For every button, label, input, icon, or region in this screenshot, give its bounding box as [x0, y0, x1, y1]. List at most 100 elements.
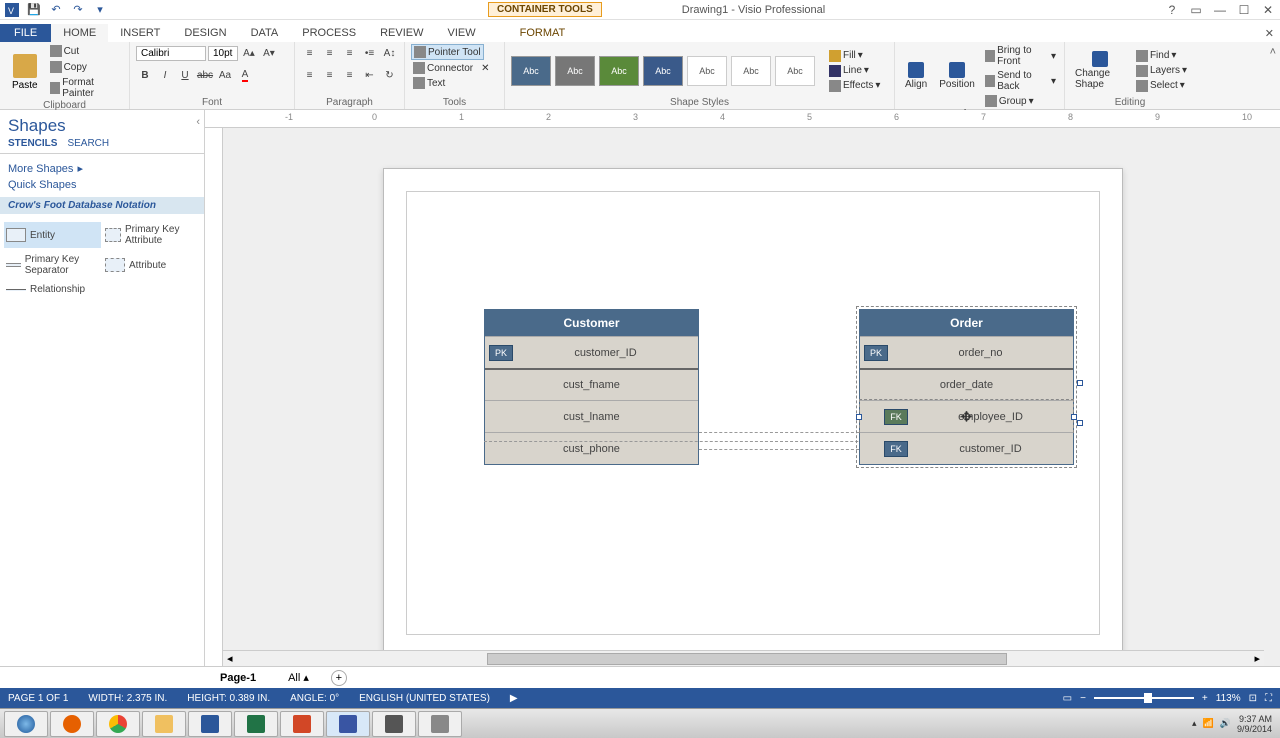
layers-button[interactable]: Layers ▾ [1134, 64, 1189, 78]
redo-icon[interactable]: ↷ [70, 2, 86, 18]
entity-customer-row-3[interactable]: cust_phone [485, 432, 698, 464]
tab-data[interactable]: DATA [239, 24, 291, 42]
indent-button[interactable]: ⇤ [361, 66, 379, 84]
drawing-page[interactable]: Customer PK customer_ID cust_fname cust_… [383, 168, 1123, 658]
italic-button[interactable]: I [156, 66, 174, 84]
taskbar-powerpoint[interactable] [280, 711, 324, 737]
style-swatch-4[interactable]: Abc [643, 56, 683, 86]
align-left-button[interactable]: ≡ [301, 66, 319, 84]
maximize-icon[interactable]: ☐ [1236, 2, 1252, 18]
collapse-pane-icon[interactable]: ‹ [196, 116, 200, 128]
ribbon-options-icon[interactable]: ▭ [1188, 2, 1204, 18]
tab-review[interactable]: REVIEW [368, 24, 435, 42]
entity-order[interactable]: Order PK order_no order_date FK employee… [859, 309, 1074, 465]
tab-insert[interactable]: INSERT [108, 24, 172, 42]
entity-customer-row-2[interactable]: cust_lname [485, 400, 698, 432]
tab-home[interactable]: HOME [51, 24, 108, 42]
bring-front-button[interactable]: Bring to Front ▾ [983, 44, 1058, 68]
style-swatch-2[interactable]: Abc [555, 56, 595, 86]
pointer-tool-button[interactable]: Pointer Tool [411, 44, 484, 60]
position-button[interactable]: Position [935, 60, 979, 92]
entity-customer-row-pk[interactable]: PK customer_ID [485, 336, 698, 368]
change-shape-button[interactable]: Change Shape [1071, 49, 1130, 92]
qat-dropdown-icon[interactable]: ▾ [92, 2, 108, 18]
close-drawing-icon[interactable]: ✕ [1259, 25, 1280, 42]
entity-customer-row-1[interactable]: cust_fname [485, 368, 698, 400]
paste-button[interactable]: Paste [6, 52, 44, 93]
style-swatch-5[interactable]: Abc [687, 56, 727, 86]
taskbar-excel[interactable] [234, 711, 278, 737]
tab-format[interactable]: FORMAT [508, 24, 578, 42]
taskbar-chrome[interactable] [96, 711, 140, 737]
entity-order-row-1[interactable]: order_date [860, 368, 1073, 400]
more-shapes-button[interactable]: More Shapes ▸ [0, 154, 204, 177]
minimize-icon[interactable]: — [1212, 2, 1228, 18]
scroll-left-icon[interactable]: ◂ [223, 652, 237, 665]
collapse-ribbon-icon[interactable]: ˄ [1266, 42, 1280, 109]
fit-page-icon[interactable]: ⊡ [1249, 693, 1257, 704]
taskbar-explorer[interactable] [142, 711, 186, 737]
entity-order-row-3[interactable]: FK customer_ID [860, 432, 1073, 464]
tab-process[interactable]: PROCESS [290, 24, 368, 42]
case-button[interactable]: Aa [216, 66, 234, 84]
taskbar-app2[interactable] [418, 711, 462, 737]
connector-1[interactable] [699, 432, 859, 433]
macro-record-icon[interactable]: ▶ [510, 693, 518, 704]
font-color-button[interactable]: A [236, 66, 254, 84]
entity-order-row-2[interactable]: FK employee_ID ✥ [860, 400, 1073, 432]
decrease-font-icon[interactable]: A▾ [260, 44, 278, 62]
zoom-level[interactable]: 113% [1216, 693, 1241, 704]
group-button[interactable]: Group ▾ [983, 94, 1058, 108]
line-button[interactable]: Line ▾ [827, 64, 882, 78]
zoom-slider[interactable] [1094, 697, 1194, 699]
tab-file[interactable]: FILE [0, 24, 51, 42]
selection-handle[interactable] [856, 414, 862, 420]
selection-handle[interactable] [1077, 420, 1083, 426]
stencil-pk-attribute[interactable]: Primary Key Attribute [103, 222, 200, 248]
increase-font-icon[interactable]: A▴ [240, 44, 258, 62]
format-painter-button[interactable]: Format Painter [48, 76, 123, 100]
entity-order-row-pk[interactable]: PK order_no [860, 336, 1073, 368]
style-swatch-3[interactable]: Abc [599, 56, 639, 86]
align-right-button[interactable]: ≡ [341, 66, 359, 84]
horizontal-ruler[interactable]: -1 0 1 2 3 4 5 6 7 8 9 10 [205, 110, 1280, 128]
select-button[interactable]: Select ▾ [1134, 79, 1189, 93]
visio-icon[interactable]: V [4, 2, 20, 18]
font-size-combo[interactable]: 10pt [208, 46, 238, 61]
scroll-thumb[interactable] [487, 653, 1007, 665]
align-center-button[interactable]: ≡ [321, 66, 339, 84]
undo-icon[interactable]: ↶ [48, 2, 64, 18]
status-language[interactable]: ENGLISH (UNITED STATES) [359, 693, 490, 704]
text-tool-button[interactable]: Text [411, 76, 447, 90]
entity-customer-header[interactable]: Customer [485, 310, 698, 336]
fill-button[interactable]: Fill ▾ [827, 49, 882, 63]
tab-stencils[interactable]: STENCILS [8, 138, 57, 149]
connector-tool-button[interactable]: Connector✕ [411, 61, 492, 75]
taskbar-firefox[interactable] [50, 711, 94, 737]
save-icon[interactable]: 💾 [26, 2, 42, 18]
align-middle-button[interactable]: ≡ [321, 44, 339, 62]
bold-button[interactable]: B [136, 66, 154, 84]
page-tab-1[interactable]: Page-1 [210, 670, 266, 686]
system-tray[interactable]: ▴ 📶 🔊 9:37 AM 9/9/2014 [1192, 714, 1276, 734]
send-back-button[interactable]: Send to Back ▾ [983, 69, 1058, 93]
rotate-text-button[interactable]: ↻ [381, 66, 399, 84]
find-button[interactable]: Find ▾ [1134, 49, 1189, 63]
start-button[interactable] [4, 711, 48, 737]
align-button[interactable]: Align [901, 60, 931, 92]
page-tab-all[interactable]: All ▴ [278, 669, 319, 686]
scroll-right-icon[interactable]: ▸ [1250, 652, 1264, 665]
underline-button[interactable]: U [176, 66, 194, 84]
tab-view[interactable]: VIEW [435, 24, 487, 42]
font-name-combo[interactable]: Calibri [136, 46, 206, 61]
effects-button[interactable]: Effects ▾ [827, 79, 882, 93]
connector-2[interactable] [699, 449, 859, 450]
tool-cancel-icon[interactable]: ✕ [481, 63, 489, 74]
stencil-header[interactable]: Crow's Foot Database Notation [0, 197, 204, 214]
align-bottom-button[interactable]: ≡ [341, 44, 359, 62]
close-icon[interactable]: ✕ [1260, 2, 1276, 18]
add-page-button[interactable]: + [331, 670, 347, 686]
zoom-thumb[interactable] [1144, 693, 1152, 703]
taskbar-app1[interactable] [372, 711, 416, 737]
quick-shapes-button[interactable]: Quick Shapes [0, 177, 204, 197]
